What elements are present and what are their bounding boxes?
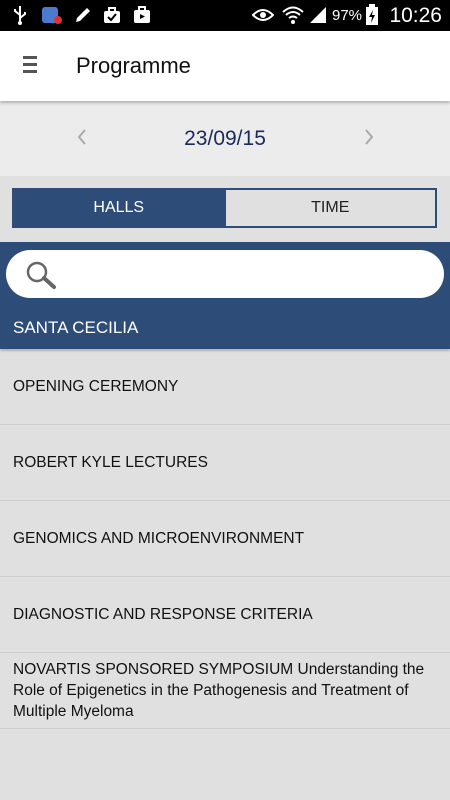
chevron-right-icon[interactable] <box>357 125 381 153</box>
battery-charging-icon <box>364 4 380 25</box>
eye-icon <box>252 5 274 25</box>
status-bar: 97% 10:26 <box>0 0 450 31</box>
app-notification-icon <box>40 5 64 25</box>
media-icon <box>132 5 152 25</box>
session-item[interactable]: OPENING CEREMONY <box>0 349 450 425</box>
wifi-icon <box>281 5 305 25</box>
search-bar <box>0 242 450 306</box>
briefcase-icon <box>102 5 122 25</box>
search-icon <box>24 260 60 290</box>
clock: 10:26 <box>389 4 442 27</box>
view-toggle: HALLS TIME <box>12 188 437 228</box>
session-item[interactable]: GENOMICS AND MICROENVIRONMENT <box>0 501 450 577</box>
usb-icon <box>10 5 30 25</box>
search-input[interactable] <box>66 260 430 290</box>
battery-percent: 97% <box>332 7 363 24</box>
app-bar: Programme <box>0 31 450 101</box>
hall-section-header: SANTA CECILIA <box>0 306 450 349</box>
tab-time[interactable]: TIME <box>223 190 435 226</box>
page-title: Programme <box>76 53 191 78</box>
session-item[interactable]: NOVARTIS SPONSORED SYMPOSIUM Understandi… <box>0 653 450 729</box>
hamburger-menu-icon[interactable] <box>20 56 42 78</box>
signal-icon <box>308 5 328 25</box>
date-navigator: 23/09/15 <box>0 101 450 176</box>
current-date: 23/09/15 <box>184 127 266 150</box>
session-item[interactable]: DIAGNOSTIC AND RESPONSE CRITERIA <box>0 577 450 653</box>
tab-halls[interactable]: HALLS <box>14 190 224 226</box>
search-field-container <box>6 250 444 298</box>
session-item[interactable]: ROBERT KYLE LECTURES <box>0 425 450 501</box>
edit-icon <box>73 5 93 25</box>
session-list: OPENING CEREMONY ROBERT KYLE LECTURES GE… <box>0 349 450 729</box>
